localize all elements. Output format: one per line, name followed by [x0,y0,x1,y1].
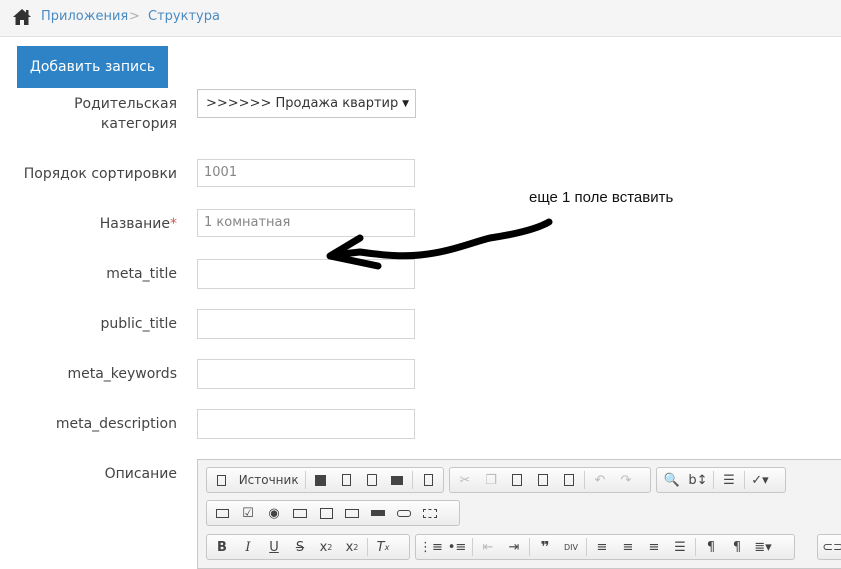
outdent-icon[interactable]: ⇤ [475,536,501,558]
required-mark: * [170,216,177,232]
add-record-button[interactable]: Добавить запись [17,46,168,88]
name-label-text: Название [99,216,170,232]
parent-category-select[interactable]: >>>>>> Продажа квартир ▼ [197,89,416,118]
breadcrumb-structure-link[interactable]: Структура [148,9,220,24]
toolbar-forms-group: ☑ ◉ [206,500,460,526]
save-icon[interactable] [308,469,334,491]
preview-icon[interactable] [359,469,385,491]
italic-icon[interactable]: I [235,536,261,558]
find-icon[interactable]: 🔍 [659,469,685,491]
blockquote-icon[interactable]: ❞ [532,536,558,558]
button-icon[interactable] [365,502,391,524]
sort-order-label: Порядок сортировки [23,166,177,182]
textarea-icon[interactable] [313,502,339,524]
superscript-icon[interactable]: x2 [339,536,365,558]
bold-icon[interactable]: B [209,536,235,558]
div-icon[interactable]: DIV [558,536,584,558]
new-page-icon[interactable] [333,469,359,491]
name-label: Название* [17,214,177,234]
toolbar-basic-styles-group: B I U S x2 x2 Tx [206,534,410,560]
annotation-text: еще 1 поле вставить [529,189,674,206]
remove-format-icon[interactable]: Tx [370,536,396,558]
parent-category-label-line2: категория [100,116,177,132]
templates-icon[interactable] [415,469,441,491]
subscript-icon[interactable]: x2 [313,536,339,558]
toolbar-document-group: Источник [206,467,444,493]
breadcrumb: Приложения > Структура [0,0,841,37]
breadcrumb-apps-link[interactable]: Приложения [41,9,128,24]
select-all-icon[interactable]: ☰ [716,469,742,491]
meta-description-input[interactable] [197,409,415,439]
align-right-icon[interactable]: ≡ [641,536,667,558]
spellcheck-icon[interactable]: ✓▾ [747,469,773,491]
copy-icon[interactable]: ❐ [478,469,504,491]
indent-icon[interactable]: ⇥ [501,536,527,558]
parent-category-value: >>>>>> Продажа квартир [206,96,399,111]
print-icon[interactable] [385,469,411,491]
ltr-icon[interactable]: ¶ [698,536,724,558]
sort-order-input[interactable]: 1001 [197,159,415,187]
description-editor[interactable]: Источник ✂ ❐ ↶ ↷ 🔍 b↕ ☰ ✓▾ ☑ ◉ B I U S x… [197,459,841,569]
meta-title-label: meta_title [106,266,177,282]
hidden-field-icon[interactable] [417,502,443,524]
source-button[interactable]: Источник [235,469,303,491]
align-center-icon[interactable]: ≡ [615,536,641,558]
public-title-label: public_title [100,316,178,332]
meta-keywords-input[interactable] [197,359,415,389]
underline-icon[interactable]: U [261,536,287,558]
checkbox-icon[interactable]: ☑ [235,502,261,524]
radio-icon[interactable]: ◉ [261,502,287,524]
meta-description-label: meta_description [55,416,177,432]
rtl-icon[interactable]: ¶ [724,536,750,558]
parent-category-label: Родительская категория [17,94,177,134]
paste-word-icon[interactable] [556,469,582,491]
chevron-down-icon: ▼ [402,99,409,109]
select-icon[interactable] [339,502,365,524]
cut-icon[interactable]: ✂ [452,469,478,491]
textfield-icon[interactable] [287,502,313,524]
annotation-arrow-icon [326,218,553,270]
toolbar-links-group: ⊂⊃ [817,534,841,560]
redo-icon[interactable]: ↷ [613,469,639,491]
source-icon[interactable] [209,469,235,491]
undo-icon[interactable]: ↶ [587,469,613,491]
toolbar-editing-group: 🔍 b↕ ☰ ✓▾ [656,467,786,493]
toolbar-clipboard-group: ✂ ❐ ↶ ↷ [449,467,651,493]
image-button-icon[interactable] [391,502,417,524]
parent-category-label-line1: Родительская [74,96,177,112]
breadcrumb-separator: > [129,9,140,24]
bulleted-list-icon[interactable]: •≡ [444,536,470,558]
paste-icon[interactable] [504,469,530,491]
align-left-icon[interactable]: ≡ [589,536,615,558]
strike-icon[interactable]: S [287,536,313,558]
home-icon[interactable] [12,8,32,26]
description-label: Описание [104,466,177,482]
link-icon[interactable]: ⊂⊃ [820,536,841,558]
toolbar-paragraph-group: ⋮≡ •≡ ⇤ ⇥ ❞ DIV ≡ ≡ ≡ ☰ ¶ ¶ ≣▾ [415,534,795,560]
language-icon[interactable]: ≣▾ [750,536,776,558]
justify-icon[interactable]: ☰ [667,536,693,558]
public-title-input[interactable] [197,309,415,339]
replace-icon[interactable]: b↕ [685,469,711,491]
paste-text-icon[interactable] [530,469,556,491]
form-icon[interactable] [209,502,235,524]
numbered-list-icon[interactable]: ⋮≡ [418,536,444,558]
meta-keywords-label: meta_keywords [67,366,177,382]
